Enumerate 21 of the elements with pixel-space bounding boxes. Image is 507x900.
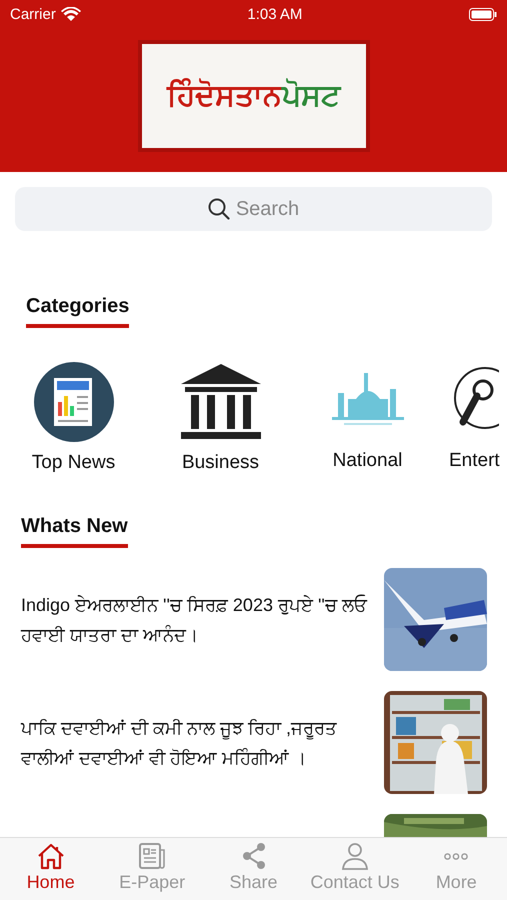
newspaper-icon (34, 362, 114, 442)
newspaper-icon (137, 842, 168, 870)
section-title: Categories (26, 295, 130, 328)
home-icon (36, 842, 66, 870)
clock: 1:03 AM (247, 6, 302, 22)
battery-icon (468, 8, 497, 20)
category-label[interactable]: National (332, 450, 402, 472)
search-placeholder: Search (236, 198, 300, 220)
category-label[interactable]: Entert (449, 450, 500, 472)
person-icon (340, 842, 370, 870)
category-label[interactable]: Top News (32, 452, 116, 472)
news-headline[interactable]: ਪਾਕਿ ਦਵਾਈਆਂ ਦੀ ਕਮੀ ਨਾਲ ਜੂਝ ਰਿਹਾ ,ਜਰੂਰਤ ਵਾਲੀਆਂ ਦਵਾਈਆਂ ਵੀ ਹੋਇਆ ਮਹਿੰਗੀਆਂ । (21, 712, 368, 772)
category-label[interactable]: Business (182, 452, 260, 472)
news-headline[interactable]: Indigo ਏਅਰਲਾਈਨ ''ਚ ਸਿਰਫ਼ 2023 ਰੁਪਏ ''ਚ ਲਓ ਹਵਾਈ ਯਾਤਰਾ ਦਾ ਆਨੰਦ। (21, 590, 368, 650)
more-icon (444, 852, 468, 860)
section-title: Whats New (21, 515, 128, 548)
logo: ਹਿੰਦੋਸਤਾਨਪੋਸਟ (138, 40, 370, 152)
search-icon (208, 198, 230, 220)
wifi-icon (60, 7, 81, 21)
tab[interactable]: Home (0, 838, 102, 900)
carrier-label: Carrier (10, 6, 56, 22)
